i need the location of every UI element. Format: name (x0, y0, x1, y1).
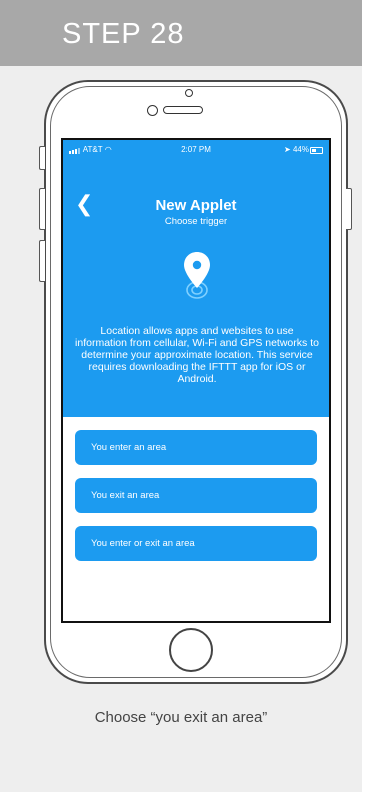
earpiece-speaker (163, 106, 203, 114)
power-button (346, 188, 352, 230)
battery-percent: ➤ 44% (284, 145, 309, 154)
location-arrow-icon: ➤ (284, 145, 291, 154)
volume-down-button (39, 240, 45, 282)
applet-subtitle: Choose trigger (164, 216, 228, 227)
proximity-sensor (185, 89, 193, 97)
trigger-exit-area-button[interactable]: You exit an area (75, 478, 317, 513)
trigger-enter-area-button[interactable]: You enter an area (75, 430, 317, 465)
location-pin-icon (184, 252, 210, 299)
card-edge (362, 0, 368, 792)
battery-icon (310, 147, 323, 154)
front-camera-icon (147, 105, 158, 116)
applet-header-panel: AT&T ◠ 2:07 PM ➤ 44% ❮ New Applet Choose… (63, 140, 329, 417)
step-caption: Choose “you exit an area” (94, 709, 268, 726)
step-header: STEP 28 (0, 0, 362, 66)
applet-title: New Applet (155, 197, 237, 214)
phone-screen: AT&T ◠ 2:07 PM ➤ 44% ❮ New Applet Choose… (61, 138, 331, 623)
service-description: Location allows apps and websites to use… (75, 325, 319, 385)
status-bar: AT&T ◠ 2:07 PM ➤ 44% (63, 143, 329, 157)
trigger-enter-or-exit-area-button[interactable]: You enter or exit an area (75, 526, 317, 561)
home-button[interactable] (169, 628, 213, 672)
mute-switch (39, 146, 45, 170)
battery-label: 44% (292, 145, 309, 154)
volume-up-button (39, 188, 45, 230)
step-title: STEP 28 (62, 18, 185, 50)
